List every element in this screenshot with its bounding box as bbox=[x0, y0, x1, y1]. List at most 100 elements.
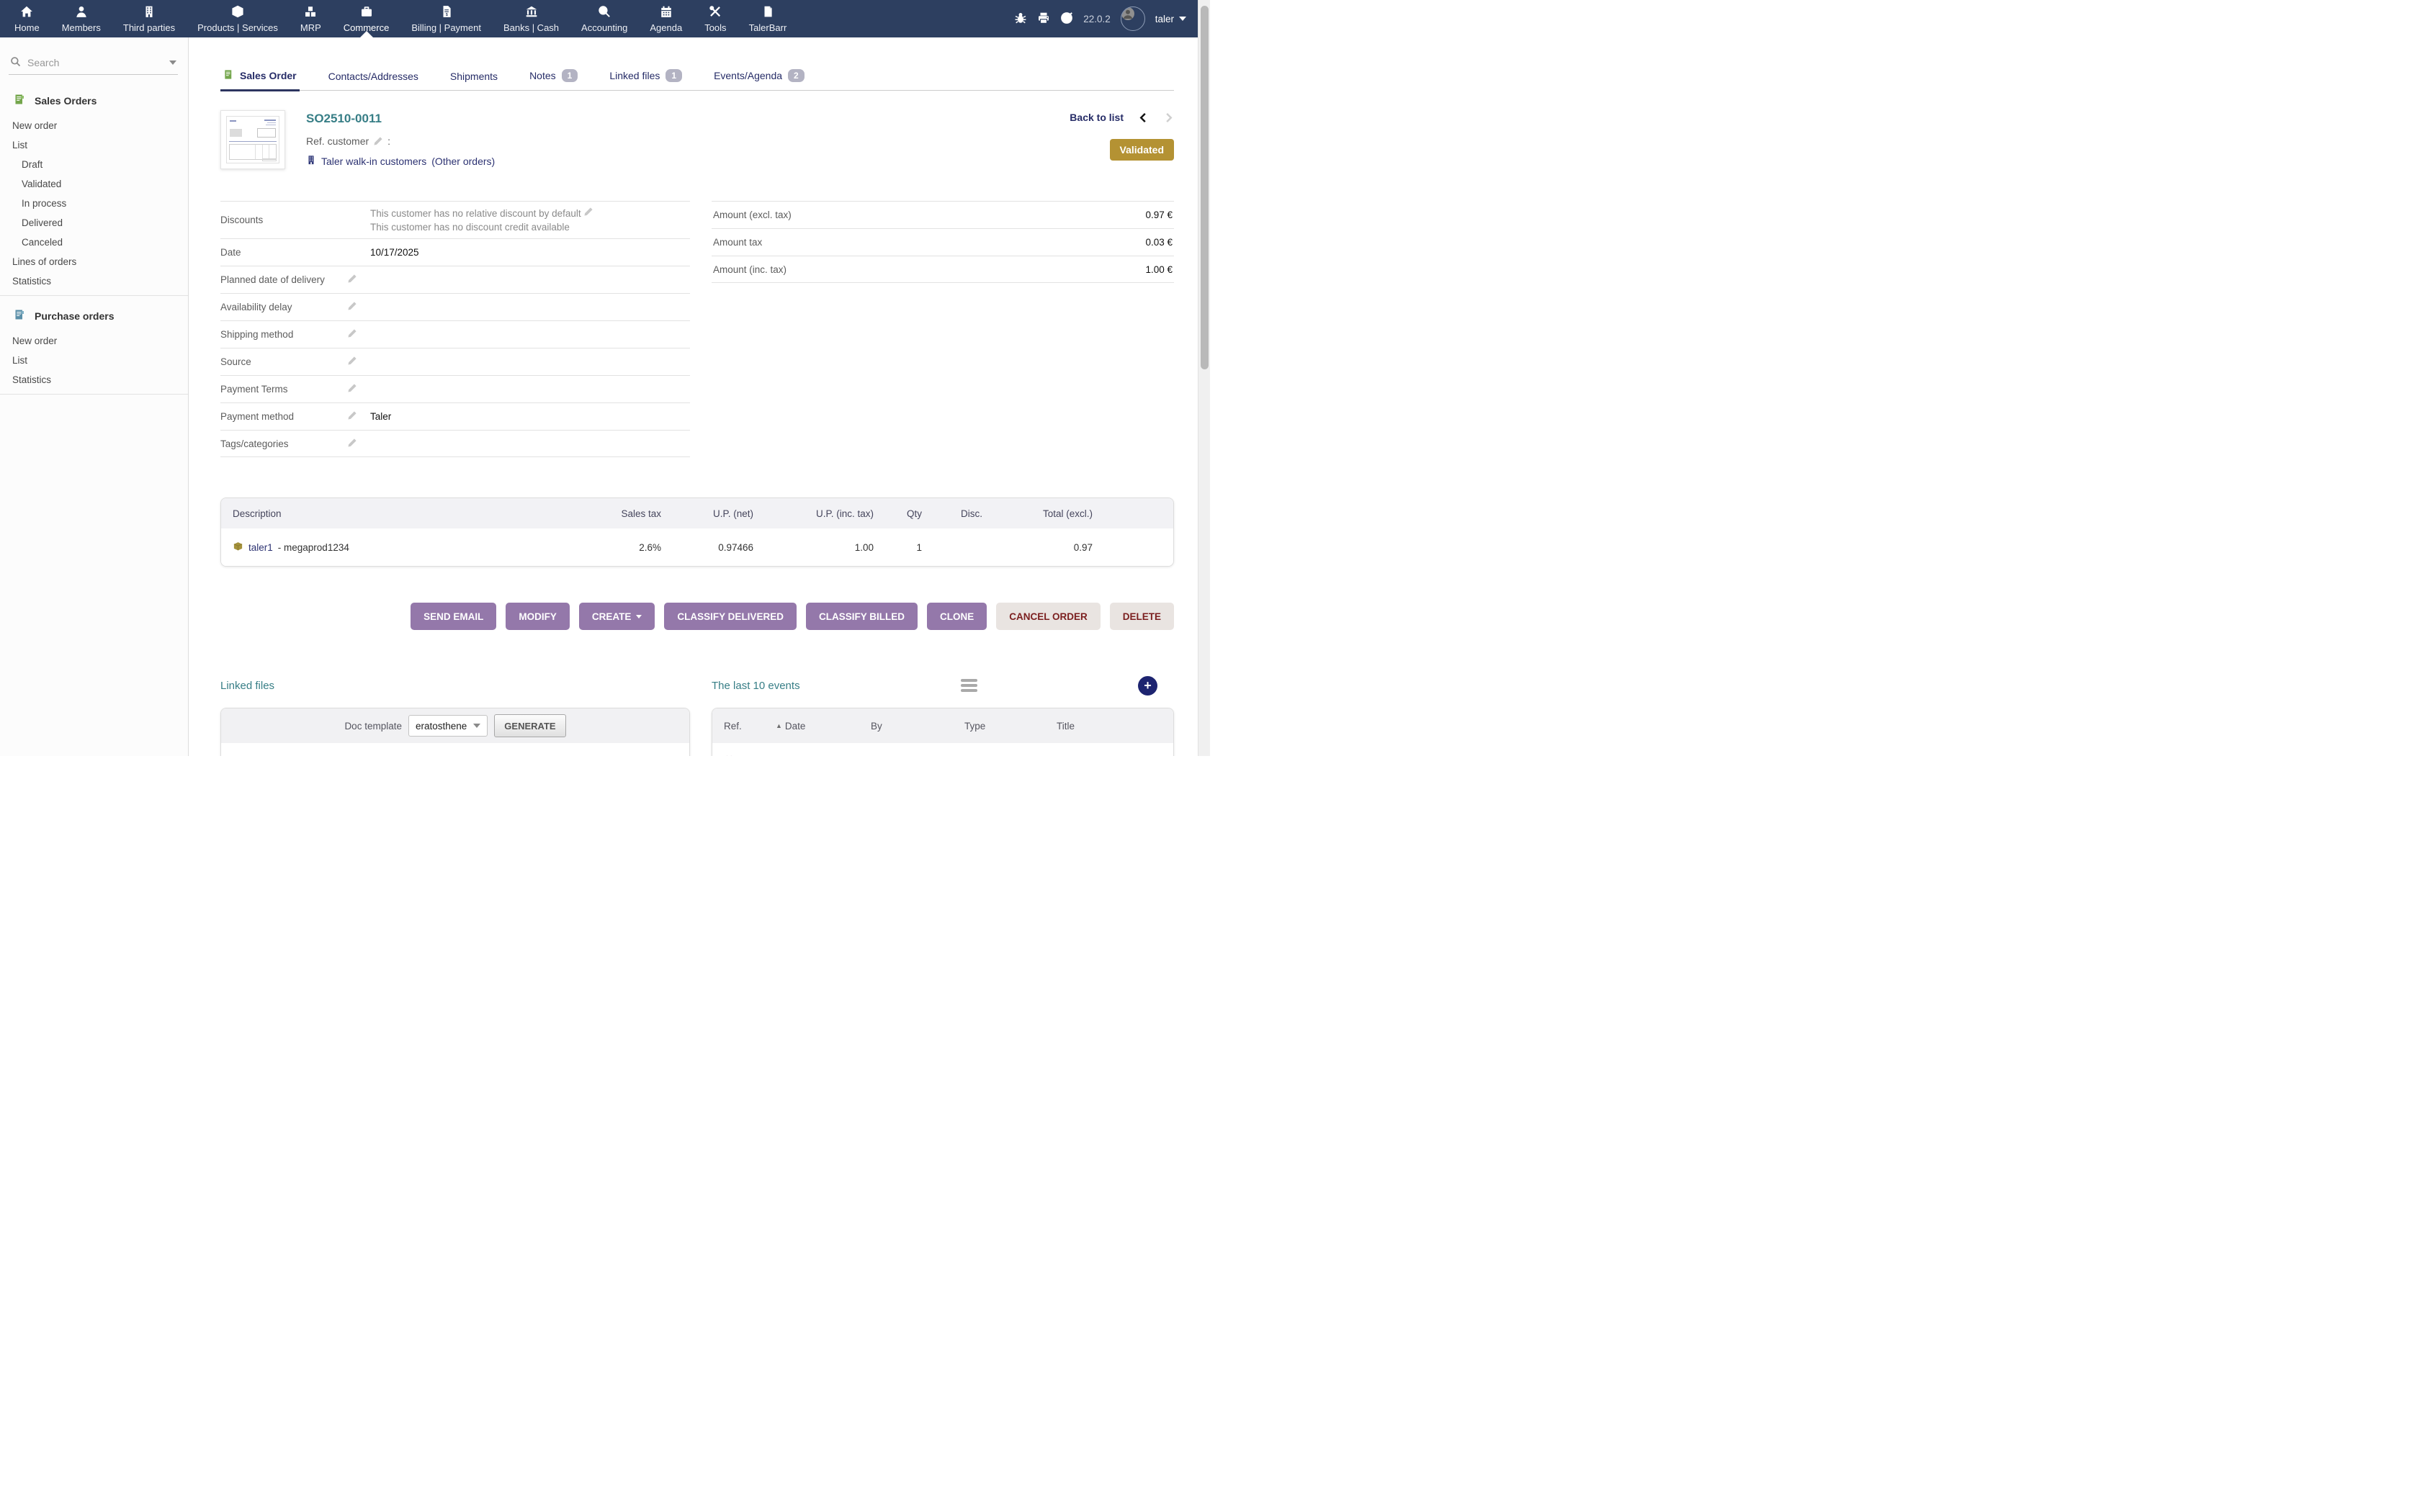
field-row-tags-categories: Tags/categories bbox=[220, 430, 690, 457]
event-type-gear-icon bbox=[964, 756, 974, 757]
delete-button[interactable]: DELETE bbox=[1110, 603, 1174, 630]
add-event-button[interactable]: + bbox=[1138, 676, 1157, 696]
nav-item-members[interactable]: Members bbox=[60, 0, 102, 37]
edit-payment-terms-icon[interactable] bbox=[347, 383, 357, 393]
sidebar-item-in-process[interactable]: In process bbox=[0, 194, 188, 213]
clone-button[interactable]: CLONE bbox=[927, 603, 987, 630]
print-icon[interactable] bbox=[1037, 12, 1050, 27]
doc-template-select[interactable]: eratosthene bbox=[408, 715, 488, 737]
amounts-table: Amount (excl. tax) 0.97 € Amount tax 0.0… bbox=[712, 201, 1174, 283]
doc-template-label: Doc template bbox=[344, 721, 402, 732]
customer-other-orders-link[interactable]: (Other orders) bbox=[431, 156, 495, 167]
nav-item-label: Banks | Cash bbox=[503, 22, 559, 33]
sidebar-item-list[interactable]: List bbox=[0, 135, 188, 155]
sidebar-item-lines-of-orders[interactable]: Lines of orders bbox=[0, 252, 188, 271]
sales-order-doc-icon bbox=[14, 94, 25, 107]
field-row-date: Date 10/17/2025 bbox=[220, 238, 690, 266]
cancel-order-button[interactable]: CANCEL ORDER bbox=[996, 603, 1101, 630]
search-input[interactable] bbox=[27, 57, 163, 68]
nav-item-billing-payment[interactable]: $ Billing | Payment bbox=[410, 0, 483, 37]
calendar-icon bbox=[660, 5, 673, 20]
tab-events-agenda[interactable]: Events/Agenda2 bbox=[711, 69, 807, 90]
sales-order-doc-icon bbox=[223, 69, 234, 82]
classify-billed-button[interactable]: CLASSIFY BILLED bbox=[806, 603, 918, 630]
sidebar-item-po-list[interactable]: List bbox=[0, 351, 188, 370]
nav-item-label: Home bbox=[14, 22, 40, 33]
edit-availability-delay-icon[interactable] bbox=[347, 301, 357, 311]
tab-contacts-addresses[interactable]: Contacts/Addresses bbox=[326, 71, 421, 90]
sidebar-item-canceled[interactable]: Canceled bbox=[0, 233, 188, 252]
tab-sales-order[interactable]: Sales Order bbox=[220, 69, 300, 90]
username-label: taler bbox=[1155, 14, 1174, 24]
nav-item-agenda[interactable]: Agenda bbox=[648, 0, 684, 37]
order-date-value: 10/17/2025 bbox=[370, 247, 690, 258]
bug-report-icon[interactable] bbox=[1014, 12, 1027, 27]
document-preview-image bbox=[226, 116, 279, 163]
document-thumbnail[interactable] bbox=[220, 110, 285, 169]
nav-item-products-services[interactable]: Products | Services bbox=[196, 0, 279, 37]
help-icon[interactable]: ? bbox=[1060, 12, 1073, 27]
sort-ascending-icon[interactable]: ▲ bbox=[776, 722, 782, 729]
purchase-orders-section-title[interactable]: Purchase orders bbox=[0, 309, 188, 323]
order-reference: SO2510-0011 bbox=[306, 112, 495, 126]
sidebar-search bbox=[9, 53, 178, 75]
linked-files-card: Doc template eratosthene GENERATE A SO25… bbox=[220, 708, 690, 756]
back-to-list-link[interactable]: Back to list bbox=[1070, 112, 1124, 123]
order-lines-header: Description Sales tax U.P. (net) U.P. (i… bbox=[221, 498, 1173, 528]
sidebar-item-validated[interactable]: Validated bbox=[0, 174, 188, 194]
field-row-shipping-method: Shipping method bbox=[220, 320, 690, 348]
search-scope-dropdown-icon[interactable] bbox=[169, 60, 176, 65]
sidebar-item-statistics[interactable]: Statistics bbox=[0, 271, 188, 291]
edit-ref-customer-icon[interactable] bbox=[373, 136, 383, 146]
product-link[interactable]: taler1 bbox=[248, 542, 273, 553]
nav-item-third-parties[interactable]: Third parties bbox=[122, 0, 176, 37]
line-sales-tax: 2.6% bbox=[575, 542, 661, 553]
object-tabs: Sales Order Contacts/Addresses Shipments… bbox=[220, 66, 1174, 91]
svg-text:?: ? bbox=[1065, 14, 1070, 22]
user-avatar[interactable] bbox=[1121, 6, 1145, 31]
tab-notes[interactable]: Notes1 bbox=[526, 69, 581, 90]
sidebar-item-draft[interactable]: Draft bbox=[0, 155, 188, 174]
file-icon bbox=[761, 5, 774, 20]
tab-linked-files[interactable]: Linked files1 bbox=[606, 69, 685, 90]
svg-text:$: $ bbox=[446, 13, 448, 17]
discount-default-text: This customer has no relative discount b… bbox=[370, 207, 690, 220]
svg-text:$: $ bbox=[602, 7, 605, 14]
edit-discount-icon[interactable] bbox=[583, 207, 593, 217]
nav-item-banks-cash[interactable]: Banks | Cash bbox=[502, 0, 560, 37]
edit-tags-icon[interactable] bbox=[347, 438, 357, 448]
send-email-button[interactable]: SEND EMAIL bbox=[411, 603, 496, 630]
nav-item-accounting[interactable]: $ Accounting bbox=[580, 0, 629, 37]
previous-record-icon[interactable] bbox=[1138, 112, 1149, 123]
page-scrollbar[interactable] bbox=[1198, 0, 1210, 756]
edit-planned-delivery-icon[interactable] bbox=[347, 274, 357, 284]
tab-shipments[interactable]: Shipments bbox=[447, 71, 501, 90]
edit-payment-method-icon[interactable] bbox=[347, 410, 357, 420]
edit-source-icon[interactable] bbox=[347, 356, 357, 366]
sidebar-item-new-order[interactable]: New order bbox=[0, 116, 188, 135]
events-list-menu-icon[interactable] bbox=[961, 679, 977, 692]
generate-button[interactable]: GENERATE bbox=[494, 714, 565, 737]
main-content: Sales Order Contacts/Addresses Shipments… bbox=[189, 37, 1198, 756]
customer-link[interactable]: Taler walk-in customers bbox=[321, 156, 426, 167]
edit-shipping-method-icon[interactable] bbox=[347, 328, 357, 338]
user-menu[interactable]: taler bbox=[1155, 14, 1186, 24]
next-record-icon[interactable] bbox=[1163, 112, 1174, 123]
create-dropdown-icon bbox=[636, 615, 642, 618]
classify-delivered-button[interactable]: CLASSIFY DELIVERED bbox=[664, 603, 797, 630]
sidebar-item-delivered[interactable]: Delivered bbox=[0, 213, 188, 233]
sidebar-divider bbox=[0, 394, 188, 395]
nav-item-talerbarr[interactable]: TalerBarr bbox=[748, 0, 789, 37]
sales-orders-section-title[interactable]: Sales Orders bbox=[0, 94, 188, 107]
sidebar-item-po-new-order[interactable]: New order bbox=[0, 331, 188, 351]
sidebar-item-po-statistics[interactable]: Statistics bbox=[0, 370, 188, 390]
nav-item-home[interactable]: Home bbox=[13, 0, 41, 37]
chevron-down-icon bbox=[1179, 17, 1186, 21]
modify-button[interactable]: MODIFY bbox=[506, 603, 570, 630]
nav-item-mrp[interactable]: MRP bbox=[299, 0, 323, 37]
create-button[interactable]: CREATE bbox=[579, 603, 655, 630]
nav-item-commerce[interactable]: Commerce bbox=[342, 0, 391, 37]
scrollbar-thumb[interactable] bbox=[1201, 6, 1209, 369]
nav-item-tools[interactable]: Tools bbox=[703, 0, 727, 37]
sidebar-section-purchase-orders: Purchase orders New order List Statistic… bbox=[0, 305, 188, 403]
